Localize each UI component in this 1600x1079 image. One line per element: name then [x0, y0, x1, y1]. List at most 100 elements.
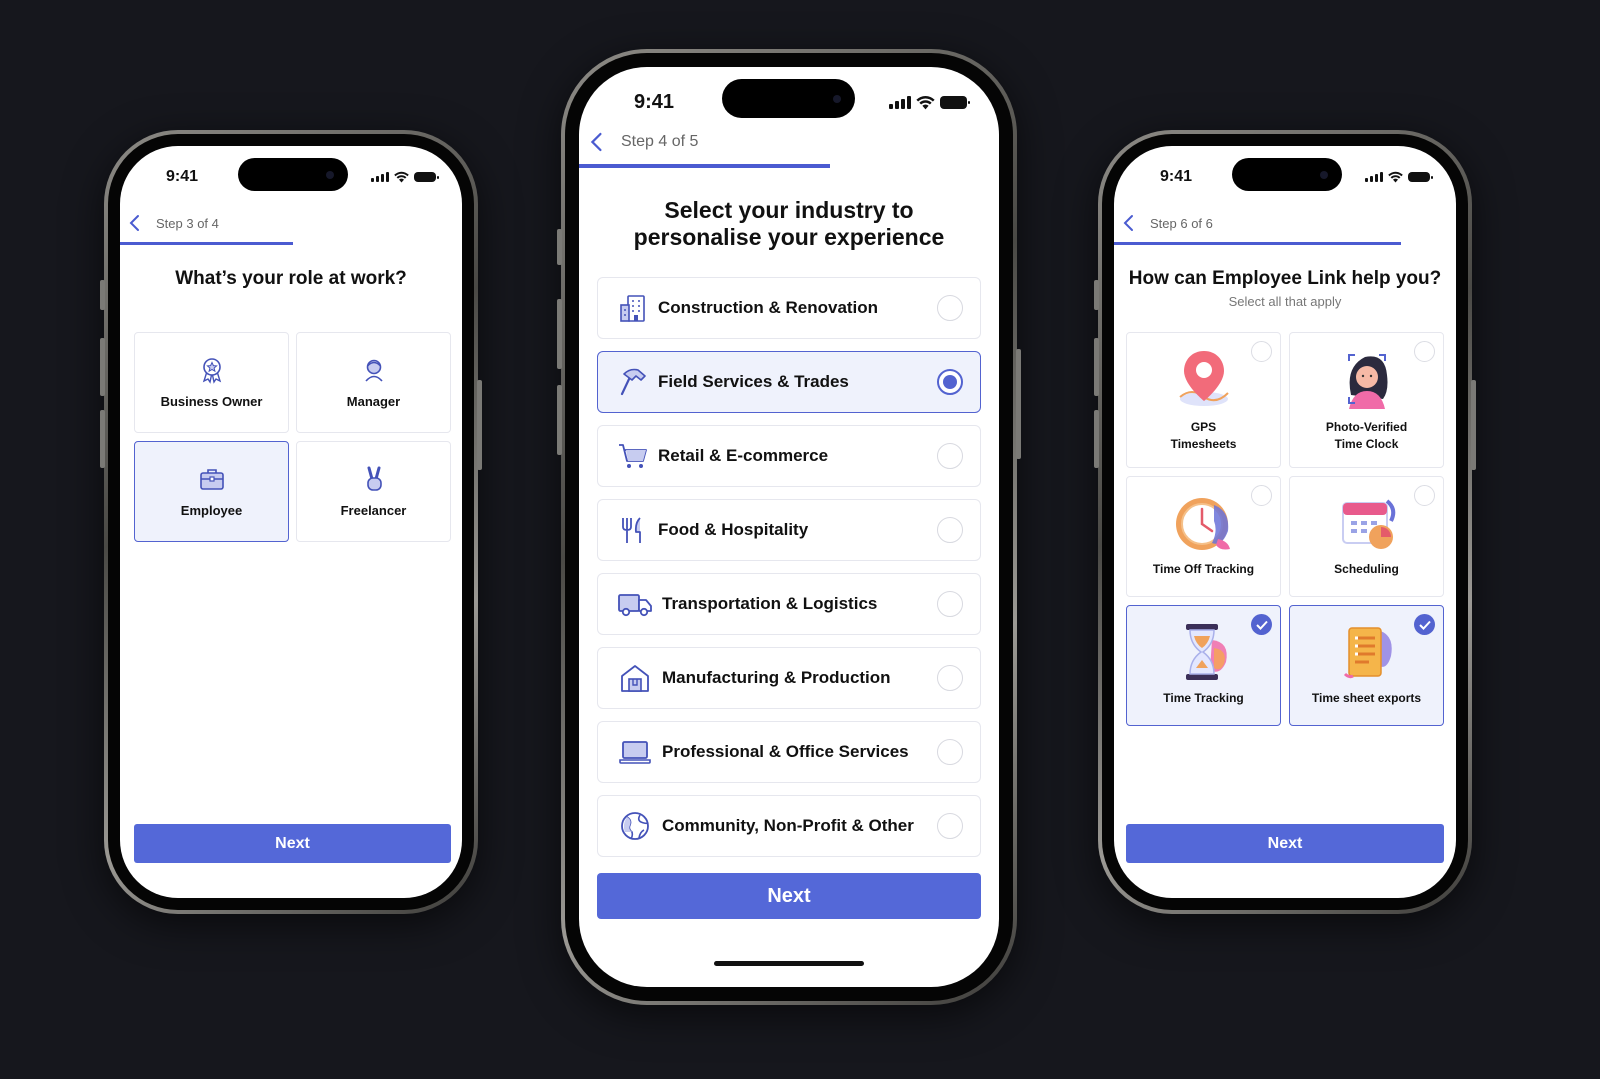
option-label: Manager: [346, 394, 401, 409]
step-indicator: Step 6 of 6: [1150, 215, 1213, 231]
fork-knife-icon: [622, 517, 641, 543]
radio-button[interactable]: [937, 517, 963, 543]
hammer-icon: [620, 368, 646, 396]
step-header: Step 6 of 6: [1114, 214, 1456, 232]
volume-down-button: [1094, 410, 1099, 468]
option-transportation[interactable]: Transportation & Logistics: [597, 573, 981, 635]
feature-scheduling[interactable]: Scheduling: [1289, 476, 1444, 597]
battery-icon: [414, 172, 439, 182]
screen: 9:41 Step 3 of 4 What’s your role at wor…: [120, 146, 462, 898]
status-time: 9:41: [1160, 168, 1193, 185]
checkbox[interactable]: [1414, 485, 1435, 506]
option-field-services[interactable]: Field Services & Trades: [597, 351, 981, 413]
page-title: What’s your role at work?: [175, 268, 407, 289]
globe-icon: [621, 812, 649, 840]
option-construction[interactable]: Construction & Renovation: [597, 277, 981, 339]
side-button: [557, 229, 562, 265]
feature-time-off-tracking[interactable]: Time Off Tracking: [1126, 476, 1281, 597]
title-line-1: Select your industry to: [664, 197, 914, 223]
option-label: Construction & Renovation: [658, 298, 879, 317]
feature-time-tracking[interactable]: Time Tracking: [1126, 605, 1281, 726]
checkbox-checked[interactable]: [1251, 614, 1272, 635]
step-header: Step 4 of 5: [579, 131, 999, 153]
volume-down-button: [557, 385, 562, 455]
feature-label: Time Tracking: [1163, 691, 1244, 705]
radio-button-selected[interactable]: [937, 369, 963, 395]
option-employee[interactable]: Employee: [134, 441, 289, 542]
phone-industry-screen: 9:41 Step 4 of 5 Select your industry to…: [557, 49, 1021, 1005]
progress-bar: [1114, 242, 1401, 245]
wifi-icon: [1388, 171, 1403, 183]
next-button[interactable]: Next: [1126, 824, 1444, 863]
option-label: Retail & E-commerce: [658, 446, 829, 465]
radio-button[interactable]: [937, 591, 963, 617]
status-time: 9:41: [634, 91, 675, 113]
step-indicator: Step 4 of 5: [621, 133, 699, 150]
phone-role-screen: 9:41 Step 3 of 4 What’s your role at wor…: [100, 130, 482, 914]
power-button: [1016, 349, 1021, 459]
title-line-2: personalise your experience: [633, 224, 945, 250]
screen: 9:41 Step 6 of 6 How can Employee Link h…: [1114, 146, 1456, 898]
face-scan-icon: [1347, 354, 1387, 409]
option-label: Transportation & Logistics: [662, 594, 878, 613]
power-button: [477, 380, 482, 470]
person-icon: [364, 359, 383, 382]
back-button[interactable]: [1122, 214, 1136, 232]
option-food[interactable]: Food & Hospitality: [597, 499, 981, 561]
calendar-icon: [1341, 499, 1395, 549]
feature-label-line-1: GPS: [1190, 420, 1217, 434]
next-button[interactable]: Next: [597, 873, 981, 919]
radio-button[interactable]: [937, 443, 963, 469]
chevron-left-icon: [590, 132, 602, 152]
status-bar: 9:41: [1114, 168, 1456, 186]
signal-icon: [889, 96, 911, 109]
radio-button[interactable]: [937, 295, 963, 321]
battery-icon: [1408, 172, 1433, 182]
option-label: Freelancer: [340, 503, 407, 518]
wifi-icon: [916, 96, 935, 110]
back-button[interactable]: [128, 214, 142, 232]
chevron-left-icon: [129, 215, 139, 231]
option-freelancer[interactable]: Freelancer: [296, 441, 451, 542]
radio-button[interactable]: [937, 665, 963, 691]
option-business-owner[interactable]: Business Owner: [134, 332, 289, 433]
feature-time-sheet-exports[interactable]: Time sheet exports: [1289, 605, 1444, 726]
signal-icon: [1365, 172, 1383, 182]
status-time: 9:41: [166, 168, 199, 185]
side-button: [1094, 280, 1099, 310]
progress-bar: [579, 164, 830, 168]
option-label: Business Owner: [160, 394, 263, 409]
truck-icon: [618, 594, 652, 617]
checkbox[interactable]: [1251, 485, 1272, 506]
clock-icon: [1175, 498, 1230, 550]
option-manager[interactable]: Manager: [296, 332, 451, 433]
building-icon: [620, 295, 645, 322]
checkbox[interactable]: [1251, 341, 1272, 362]
page-title: Select your industry to personalise your…: [579, 197, 999, 251]
progress-bar: [120, 242, 293, 245]
phone-features-screen: 9:41 Step 6 of 6 How can Employee Link h…: [1094, 130, 1476, 914]
next-button[interactable]: Next: [134, 824, 451, 863]
option-retail[interactable]: Retail & E-commerce: [597, 425, 981, 487]
hourglass-icon: [1185, 624, 1227, 680]
chevron-left-icon: [1123, 215, 1133, 231]
map-pin-icon: [1178, 351, 1229, 406]
option-label: Community, Non-Profit & Other: [662, 816, 914, 835]
radio-button[interactable]: [937, 813, 963, 839]
radio-button[interactable]: [937, 739, 963, 765]
step-header: Step 3 of 4: [120, 214, 462, 232]
feature-label-line-1: Photo-Verified: [1325, 420, 1408, 434]
feature-gps-timesheets[interactable]: GPS Timesheets: [1126, 332, 1281, 468]
back-button[interactable]: [589, 131, 605, 153]
feature-photo-verified-time-clock[interactable]: Photo-Verified Time Clock: [1289, 332, 1444, 468]
option-professional[interactable]: Professional & Office Services: [597, 721, 981, 783]
option-label: Field Services & Trades: [658, 372, 849, 391]
check-icon: [1418, 620, 1431, 630]
award-badge-icon: [202, 358, 221, 384]
option-manufacturing[interactable]: Manufacturing & Production: [597, 647, 981, 709]
checkbox-checked[interactable]: [1414, 614, 1435, 635]
option-community[interactable]: Community, Non-Profit & Other: [597, 795, 981, 857]
checkbox[interactable]: [1414, 341, 1435, 362]
status-bar: 9:41: [579, 91, 999, 114]
feature-label: Time Off Tracking: [1152, 562, 1255, 576]
